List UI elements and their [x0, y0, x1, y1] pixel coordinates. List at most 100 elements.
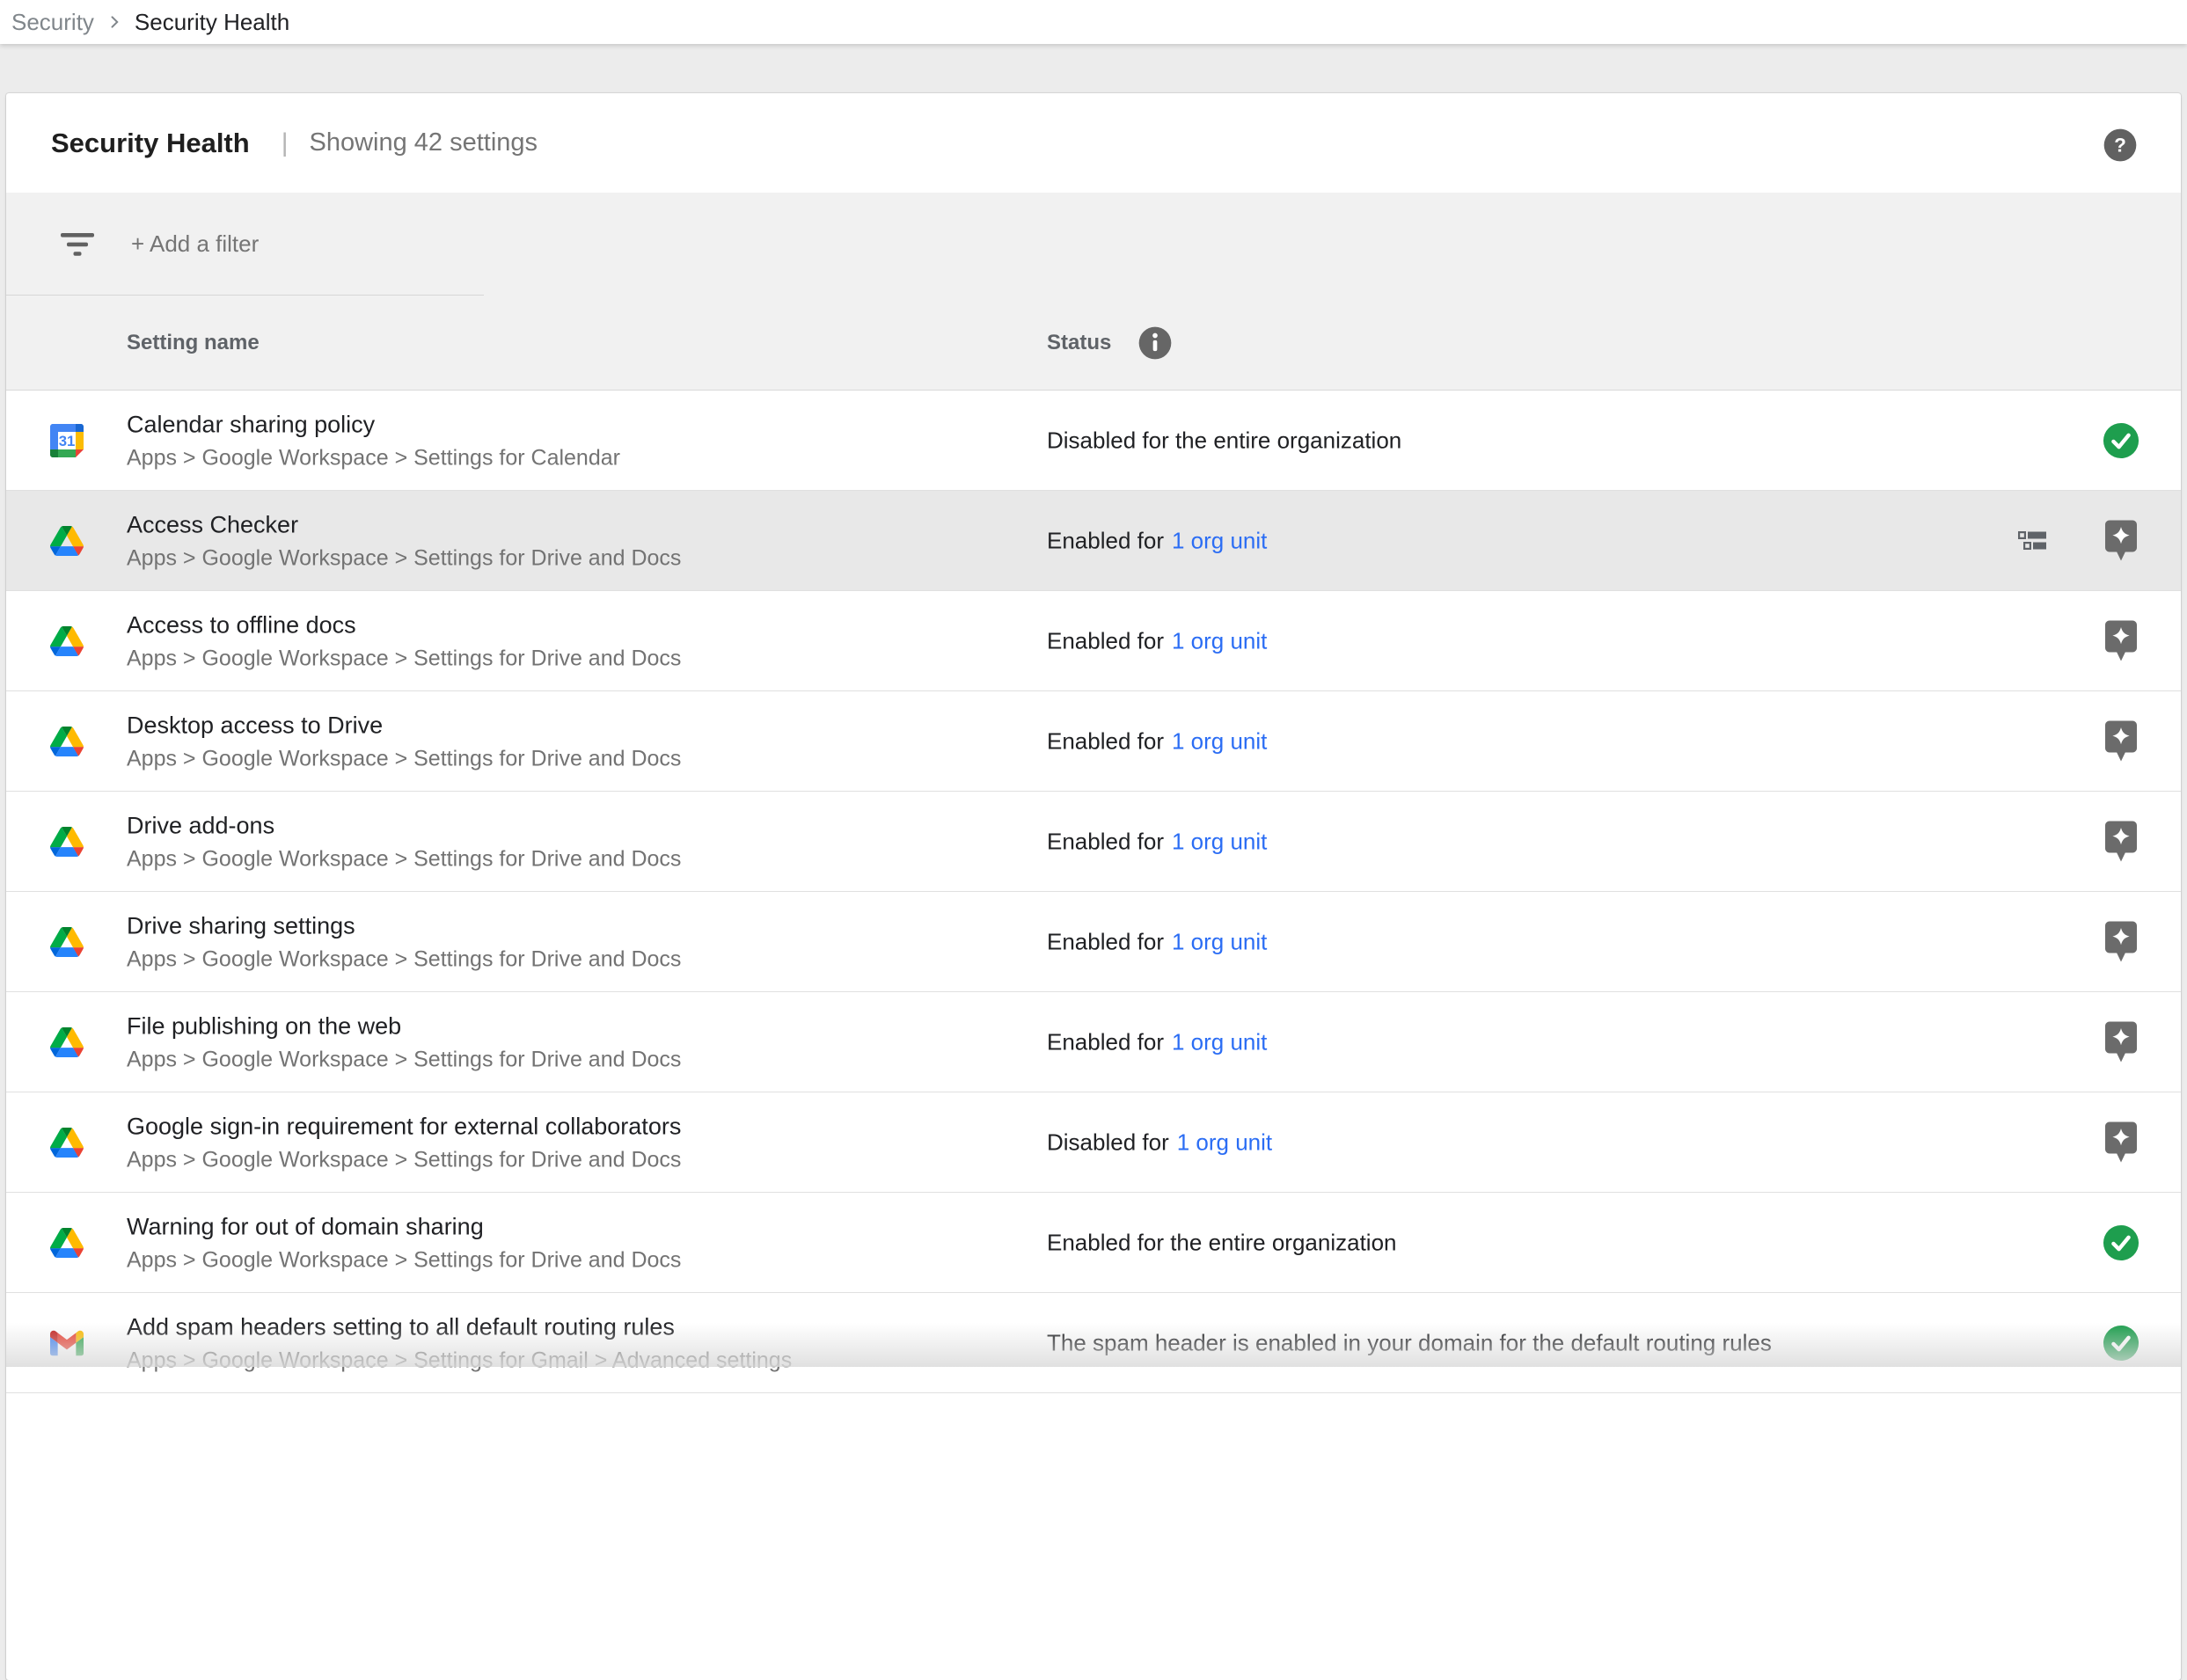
- setting-text: Access to offline docs Apps > Google Wor…: [127, 610, 681, 672]
- org-unit-link[interactable]: 1 org unit: [1172, 828, 1267, 855]
- status-text: Enabled for the entire organization: [1047, 1229, 1397, 1256]
- setting-path: Apps > Google Workspace > Settings for D…: [127, 945, 681, 973]
- column-headers: Setting name Status: [6, 296, 2181, 391]
- google-drive-icon: [50, 1228, 84, 1258]
- setting-path: Apps > Google Workspace > Settings for C…: [127, 443, 620, 471]
- setting-title: Warning for out of domain sharing: [127, 1211, 681, 1241]
- setting-path: Apps > Google Workspace > Settings for D…: [127, 744, 681, 772]
- app-icon: [50, 1330, 84, 1355]
- app-icon: [50, 526, 84, 556]
- panel-header: Security Health | Showing 42 settings ?: [6, 93, 2181, 193]
- setting-row[interactable]: Google sign-in requirement for external …: [6, 1092, 2181, 1193]
- recommendation-icon[interactable]: [2105, 1121, 2137, 1163]
- column-setting-name: Setting name: [127, 331, 260, 355]
- org-units-icon: [2018, 530, 2048, 551]
- org-unit-link[interactable]: 1 org unit: [1177, 1129, 1272, 1156]
- org-unit-link[interactable]: 1 org unit: [1172, 527, 1267, 554]
- setting-row[interactable]: Desktop access to Drive Apps > Google Wo…: [6, 691, 2181, 792]
- breadcrumb-current: Security Health: [135, 9, 289, 36]
- help-icon[interactable]: ?: [2103, 128, 2138, 163]
- recommendation-icon[interactable]: [2105, 520, 2137, 561]
- google-calendar-icon: 31: [50, 424, 84, 457]
- setting-text: Drive add-ons Apps > Google Workspace > …: [127, 810, 681, 873]
- status-indicator: [2101, 1021, 2141, 1063]
- status-indicator: [2101, 821, 2141, 862]
- app-icon: [50, 1128, 84, 1158]
- status-text: Enabled for: [1047, 627, 1164, 654]
- app-icon: 31: [50, 424, 84, 457]
- svg-text:?: ?: [2114, 135, 2126, 157]
- setting-title: File publishing on the web: [127, 1011, 681, 1041]
- recommendation-icon[interactable]: [2105, 1021, 2137, 1063]
- app-icon: [50, 827, 84, 857]
- setting-row[interactable]: Access Checker Apps > Google Workspace >…: [6, 491, 2181, 591]
- status-text: Enabled for: [1047, 727, 1164, 755]
- setting-text: File publishing on the web Apps > Google…: [127, 1011, 681, 1073]
- setting-path: Apps > Google Workspace > Settings for D…: [127, 1245, 681, 1274]
- settings-count: Showing 42 settings: [310, 128, 538, 157]
- setting-path: Apps > Google Workspace > Settings for D…: [127, 844, 681, 873]
- setting-row[interactable]: Add spam headers setting to all default …: [6, 1293, 2181, 1393]
- filter-icon: [61, 233, 94, 256]
- status-indicator: [2101, 1325, 2141, 1362]
- status-text: Enabled for: [1047, 828, 1164, 855]
- setting-row[interactable]: Drive add-ons Apps > Google Workspace > …: [6, 792, 2181, 892]
- setting-row[interactable]: Drive sharing settings Apps > Google Wor…: [6, 892, 2181, 992]
- setting-path: Apps > Google Workspace > Settings for G…: [127, 1346, 792, 1374]
- setting-status: The spam header is enabled in your domai…: [1047, 1329, 1772, 1356]
- status-text: Disabled for the entire organization: [1047, 427, 1401, 454]
- setting-row[interactable]: Access to offline docs Apps > Google Wor…: [6, 591, 2181, 691]
- column-status: Status: [1047, 325, 1173, 361]
- setting-path: Apps > Google Workspace > Settings for D…: [127, 544, 681, 572]
- org-unit-link[interactable]: 1 org unit: [1172, 928, 1267, 955]
- status-text: Enabled for: [1047, 928, 1164, 955]
- google-drive-icon: [50, 827, 84, 857]
- setting-title: Calendar sharing policy: [127, 409, 620, 439]
- status-ok-icon: [2103, 422, 2139, 459]
- org-unit-link[interactable]: 1 org unit: [1172, 1028, 1267, 1055]
- recommendation-icon[interactable]: [2105, 620, 2137, 661]
- add-filter-button[interactable]: + Add a filter: [131, 230, 259, 258]
- status-text: Enabled for: [1047, 527, 1164, 554]
- setting-title: Access to offline docs: [127, 610, 681, 639]
- org-unit-link[interactable]: 1 org unit: [1172, 627, 1267, 654]
- status-indicator: [2101, 1121, 2141, 1163]
- svg-text:31: 31: [59, 432, 76, 449]
- google-drive-icon: [50, 927, 84, 957]
- setting-title: Desktop access to Drive: [127, 710, 681, 740]
- recommendation-icon[interactable]: [2105, 921, 2137, 962]
- status-indicator: [2101, 520, 2141, 561]
- app-icon: [50, 626, 84, 656]
- status-indicator: [2101, 720, 2141, 762]
- setting-row[interactable]: Warning for out of domain sharing Apps >…: [6, 1193, 2181, 1293]
- setting-text: Google sign-in requirement for external …: [127, 1111, 681, 1173]
- google-drive-icon: [50, 727, 84, 756]
- setting-text: Add spam headers setting to all default …: [127, 1311, 792, 1374]
- gmail-icon: [50, 1330, 84, 1355]
- setting-status: Enabled for the entire organization: [1047, 1229, 1397, 1256]
- google-drive-icon: [50, 626, 84, 656]
- setting-status: Disabled for the entire organization: [1047, 427, 1401, 454]
- status-text: Disabled for: [1047, 1129, 1169, 1156]
- setting-status: Enabled for 1 org unit: [1047, 1028, 1267, 1055]
- recommendation-icon[interactable]: [2105, 821, 2137, 862]
- app-icon: [50, 1027, 84, 1057]
- setting-path: Apps > Google Workspace > Settings for D…: [127, 1045, 681, 1073]
- setting-path: Apps > Google Workspace > Settings for D…: [127, 644, 681, 672]
- setting-text: Desktop access to Drive Apps > Google Wo…: [127, 710, 681, 772]
- setting-status: Enabled for 1 org unit: [1047, 828, 1267, 855]
- setting-status: Disabled for 1 org unit: [1047, 1129, 1272, 1156]
- app-icon: [50, 727, 84, 756]
- recommendation-icon[interactable]: [2105, 720, 2137, 762]
- breadcrumb-parent-link[interactable]: Security: [11, 9, 94, 36]
- setting-title: Drive add-ons: [127, 810, 681, 840]
- google-drive-icon: [50, 526, 84, 556]
- info-icon[interactable]: [1137, 325, 1173, 361]
- setting-path: Apps > Google Workspace > Settings for D…: [127, 1145, 681, 1173]
- google-drive-icon: [50, 1027, 84, 1057]
- setting-status: Enabled for 1 org unit: [1047, 928, 1267, 955]
- setting-row[interactable]: 31 Calendar sharing policy Apps > Google…: [6, 391, 2181, 491]
- setting-row[interactable]: File publishing on the web Apps > Google…: [6, 992, 2181, 1092]
- org-unit-link[interactable]: 1 org unit: [1172, 727, 1267, 755]
- security-health-panel: Security Health | Showing 42 settings ? …: [6, 93, 2181, 1680]
